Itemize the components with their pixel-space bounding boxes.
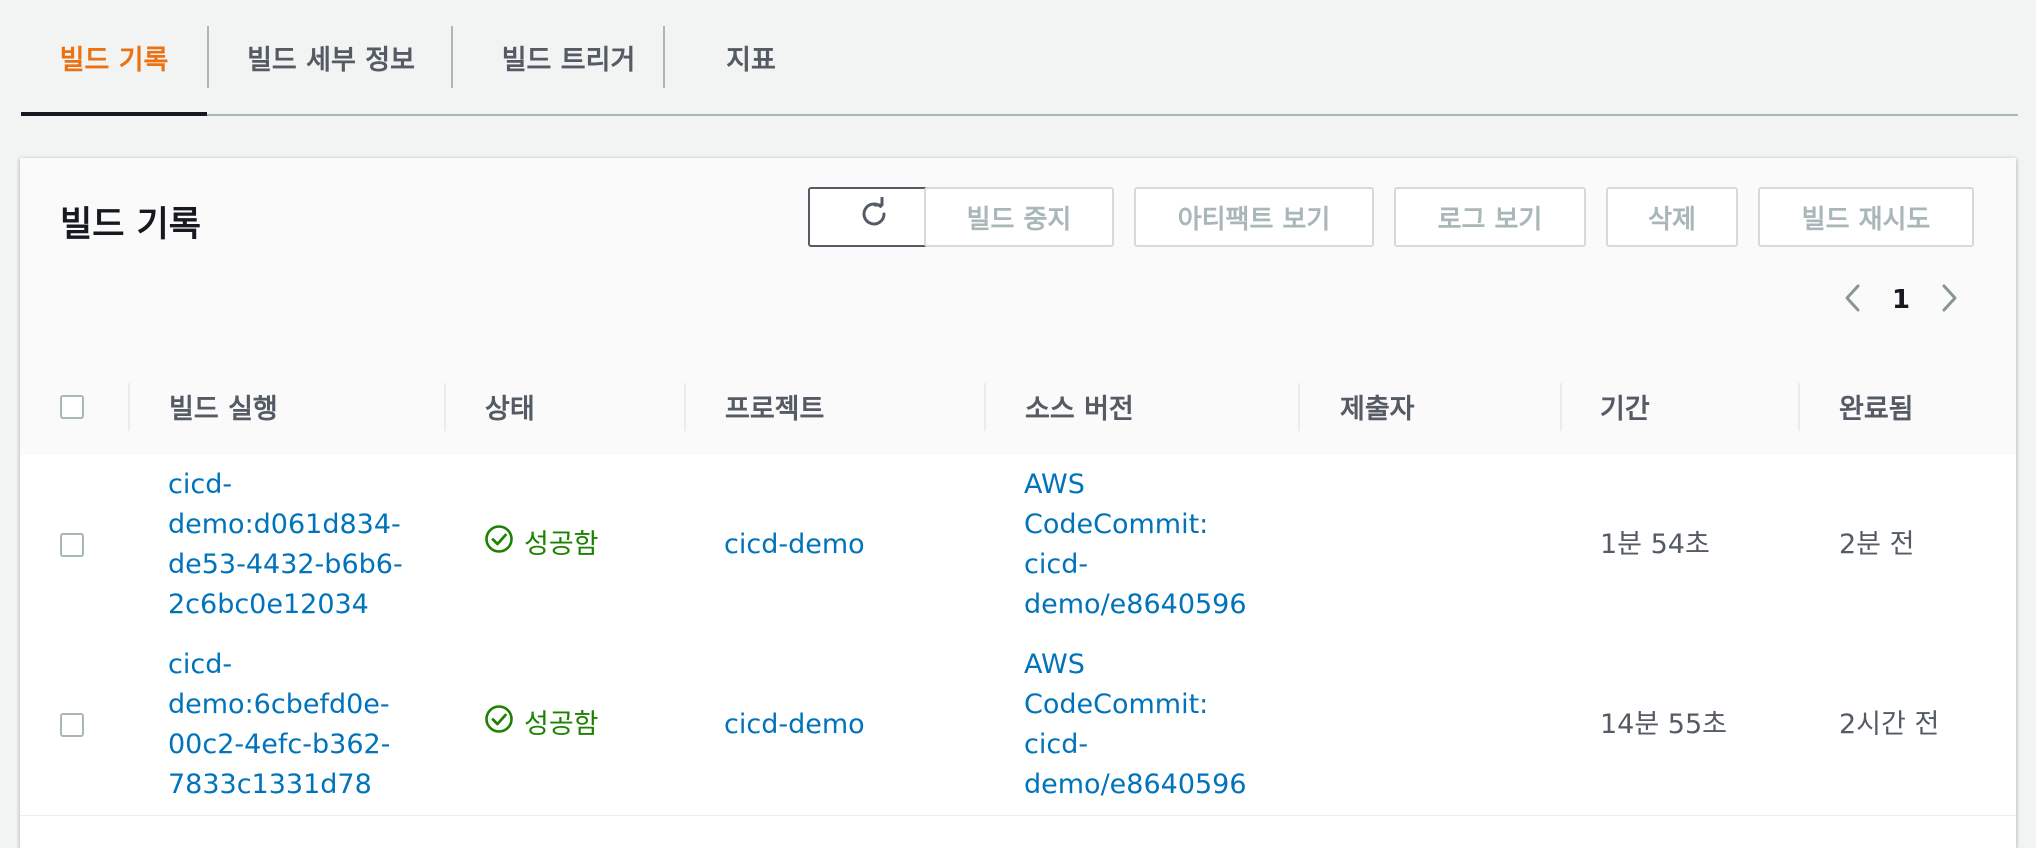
- build-run-link[interactable]: cicd- demo:6cbefd0e- 00c2-4efc-b362- 783…: [168, 645, 390, 805]
- tab-metrics[interactable]: 지표: [665, 0, 837, 114]
- table-header: 빌드 실행 상태 프로젝트 소스 버전 제출자 기간 완료됨: [20, 358, 2016, 456]
- view-logs-button[interactable]: 로그 보기: [1394, 187, 1586, 247]
- project-link[interactable]: cicd-demo: [724, 705, 865, 745]
- refresh-button[interactable]: [808, 187, 940, 247]
- column-header-submitter[interactable]: 제출자: [1340, 358, 1415, 455]
- column-divider: [984, 383, 986, 431]
- column-divider: [1560, 383, 1562, 431]
- status-badge: 성공함: [484, 704, 599, 746]
- stop-build-button[interactable]: 빌드 중지: [924, 187, 1114, 247]
- column-divider: [1798, 383, 1800, 431]
- column-header-project[interactable]: 프로젝트: [725, 358, 824, 455]
- status-text: 성공함: [524, 529, 599, 560]
- retry-build-button[interactable]: 빌드 재시도: [1758, 187, 1974, 247]
- completed-cell: 2시간 전: [1839, 709, 1940, 740]
- refresh-icon: [857, 196, 891, 238]
- table-row: cicd- demo:6cbefd0e- 00c2-4efc-b362- 783…: [20, 635, 2016, 816]
- build-history-panel: 빌드 기록 빌드 중지 아티팩트 보기 로그 보기 삭제 빌드 재시도 1 빌드…: [20, 158, 2016, 848]
- page-number[interactable]: 1: [1892, 285, 1910, 315]
- column-header-source-version[interactable]: 소스 버전: [1025, 358, 1134, 455]
- chevron-left-icon[interactable]: [1838, 278, 1868, 322]
- row-checkbox[interactable]: [60, 455, 84, 635]
- project-link[interactable]: cicd-demo: [724, 525, 865, 565]
- tab-build-triggers[interactable]: 빌드 트리거: [453, 0, 684, 114]
- tab-label: 빌드 세부 정보: [247, 44, 415, 76]
- column-header-build-run[interactable]: 빌드 실행: [169, 358, 278, 455]
- completed-cell: 2분 전: [1839, 529, 1915, 560]
- success-check-icon: [484, 524, 514, 566]
- view-artifacts-button[interactable]: 아티팩트 보기: [1134, 187, 1374, 247]
- panel-title: 빌드 기록: [60, 205, 201, 245]
- delete-button[interactable]: 삭제: [1606, 187, 1738, 247]
- status-text: 성공함: [524, 709, 599, 740]
- build-run-link[interactable]: cicd- demo:d061d834- de53-4432-b6b6- 2c6…: [168, 465, 403, 625]
- source-version-link[interactable]: AWS CodeCommit: cicd- demo/e8640596: [1024, 465, 1247, 625]
- column-divider: [1298, 383, 1300, 431]
- tab-label: 빌드 트리거: [501, 44, 636, 76]
- panel-header: 빌드 기록 빌드 중지 아티팩트 보기 로그 보기 삭제 빌드 재시도 1: [20, 158, 2016, 359]
- row-checkbox[interactable]: [60, 635, 84, 815]
- duration-cell: 14분 55초: [1600, 709, 1727, 740]
- tab-bar: 빌드 기록 빌드 세부 정보 빌드 트리거 지표: [21, 0, 2018, 116]
- select-all-checkbox[interactable]: [60, 358, 84, 455]
- chevron-right-icon[interactable]: [1934, 278, 1964, 322]
- tab-build-details[interactable]: 빌드 세부 정보: [209, 0, 453, 114]
- column-header-status[interactable]: 상태: [485, 358, 535, 455]
- column-header-completed[interactable]: 완료됨: [1839, 358, 1914, 455]
- column-divider: [684, 383, 686, 431]
- column-divider: [444, 383, 446, 431]
- duration-cell: 1분 54초: [1600, 529, 1710, 560]
- success-check-icon: [484, 704, 514, 746]
- column-divider: [128, 383, 130, 431]
- status-badge: 성공함: [484, 524, 599, 566]
- source-version-link[interactable]: AWS CodeCommit: cicd- demo/e8640596: [1024, 645, 1247, 805]
- tab-build-history[interactable]: 빌드 기록: [21, 0, 207, 116]
- tab-label: 지표: [726, 44, 776, 76]
- column-header-duration[interactable]: 기간: [1600, 358, 1650, 455]
- table-row: cicd- demo:d061d834- de53-4432-b6b6- 2c6…: [20, 455, 2016, 636]
- pagination: 1: [1838, 270, 1964, 330]
- tab-label: 빌드 기록: [59, 44, 169, 76]
